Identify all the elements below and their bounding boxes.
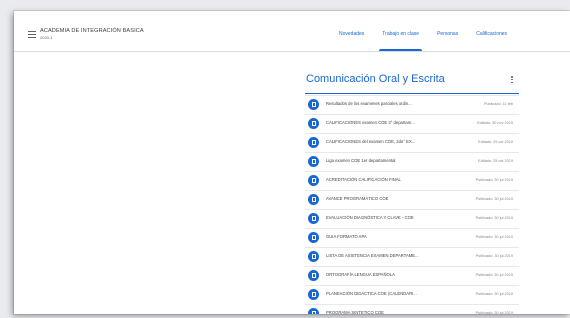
assignment-icon [308, 308, 319, 314]
classwork-item[interactable]: ACREDITACIÓN CALIFICACIÓN FINAL Publicado… [305, 172, 519, 191]
classwork-item-date: Publicado: 30 jul 2019 [475, 291, 513, 296]
classwork-item-title: PROGRAMA SINTETICO COE [326, 310, 384, 314]
classwork-item-title: Resultados de los examenes parciales ord… [326, 101, 412, 106]
assignment-icon [308, 270, 319, 281]
classwork-item-date: Publicado: 30 jul 2019 [475, 177, 513, 182]
assignment-icon [308, 213, 319, 224]
classwork-item[interactable]: Liga examen COE 1er departamental Editado… [305, 153, 519, 172]
classwork-item-date: Editado: 29 oct 2019 [478, 139, 513, 144]
tab-calificaciones[interactable]: Calificaciones [467, 11, 516, 51]
classwork-item[interactable]: CALIFICACIONES del examen COE, 2do° EX..… [305, 134, 519, 153]
assignment-icon [308, 156, 319, 167]
classwork-item-title: GUIA FORMATO APA [326, 234, 367, 239]
more-options-icon[interactable] [511, 76, 513, 84]
classwork-item[interactable]: ORTOGRAFÍA LENGUA ESPAÑOLA Publicado: 30 … [305, 267, 519, 286]
class-name[interactable]: ACADEMIA DE INTEGRACIÓN BASICA [40, 28, 144, 34]
topic-header: Comunicación Oral y Escrita [305, 67, 519, 94]
classwork-item-date: Publicado: 30 jul 2019 [475, 253, 513, 258]
tab-bar: Novedades Trabajo en clase Personas Cali… [330, 11, 516, 51]
classwork-item-date: Publicado: 30 jul 2019 [475, 234, 513, 239]
assignment-icon [308, 118, 319, 129]
classwork-item-date: Publicado: 30 jul 2019 [475, 310, 513, 315]
classwork-list: Resultados de los examenes parciales ord… [305, 95, 519, 314]
topic-section: Comunicación Oral y Escrita Resultados d… [305, 67, 519, 314]
classwork-item-title: CALIFICACIONES examen COE 3° departam... [326, 120, 415, 125]
classwork-item-date: Editado: 25 oct 2019 [478, 158, 513, 163]
assignment-icon [308, 289, 319, 300]
classwork-item[interactable]: CALIFICACIONES examen COE 3° departam...… [305, 115, 519, 134]
top-bar: ACADEMIA DE INTEGRACIÓN BASICA 2020-1 No… [14, 11, 570, 52]
classwork-item[interactable]: LISTA DE ASISTENCIA EXAMEN DEPARTAME... P… [305, 248, 519, 267]
class-section: 2020-1 [40, 35, 53, 40]
classwork-item-title: Liga examen COE 1er departamental [326, 158, 396, 163]
classwork-item-date: Publicado: 11 feb [483, 101, 513, 106]
classwork-item-date: Publicado: 30 jul 2019 [475, 272, 513, 277]
classwork-item-date: Editado: 30 nov 2019 [477, 120, 513, 125]
classwork-item-title: EVALUACIÓN DIAGNÓSTICA Y CLAVE - COE [326, 215, 414, 220]
assignment-icon [308, 99, 319, 110]
tab-novedades[interactable]: Novedades [330, 11, 373, 51]
hamburger-menu-icon[interactable] [28, 31, 36, 38]
classwork-item[interactable]: AVANCE PROGRAMÁTICO COE Publicado: 30 jul… [305, 191, 519, 210]
assignment-icon [308, 175, 319, 186]
classroom-window: ACADEMIA DE INTEGRACIÓN BASICA 2020-1 No… [14, 11, 570, 314]
assignment-icon [308, 194, 319, 205]
topic-title[interactable]: Comunicación Oral y Escrita [306, 73, 445, 85]
classwork-item[interactable]: PROGRAMA SINTETICO COE Publicado: 30 jul … [305, 305, 519, 314]
classwork-item-date: Publicado: 30 jul 2019 [475, 215, 513, 220]
classwork-item[interactable]: Resultados de los examenes parciales ord… [305, 95, 519, 115]
classwork-item-title: AVANCE PROGRAMÁTICO COE [326, 196, 389, 201]
assignment-icon [308, 232, 319, 243]
classwork-item-date: Publicado: 30 jul 2019 [475, 196, 513, 201]
classwork-item[interactable]: PLANEACIÓN DIDÁCTICA COE (CALENDARI... Pu… [305, 286, 519, 305]
classwork-item[interactable]: EVALUACIÓN DIAGNÓSTICA Y CLAVE - COE Publ… [305, 210, 519, 229]
classwork-item[interactable]: GUIA FORMATO APA Publicado: 30 jul 2019 [305, 229, 519, 248]
classwork-item-title: PLANEACIÓN DIDÁCTICA COE (CALENDARI... [326, 291, 417, 296]
tab-personas[interactable]: Personas [428, 11, 467, 51]
classwork-item-title: ORTOGRAFÍA LENGUA ESPAÑOLA [326, 272, 395, 277]
assignment-icon [308, 251, 319, 262]
classwork-item-title: ACREDITACIÓN CALIFICACIÓN FINAL [326, 177, 401, 182]
classwork-item-title: CALIFICACIONES del examen COE, 2do° EX..… [326, 139, 416, 144]
classwork-item-title: LISTA DE ASISTENCIA EXAMEN DEPARTAME... [326, 253, 419, 258]
assignment-icon [308, 137, 319, 148]
tab-trabajo-en-clase[interactable]: Trabajo en clase [373, 11, 428, 51]
